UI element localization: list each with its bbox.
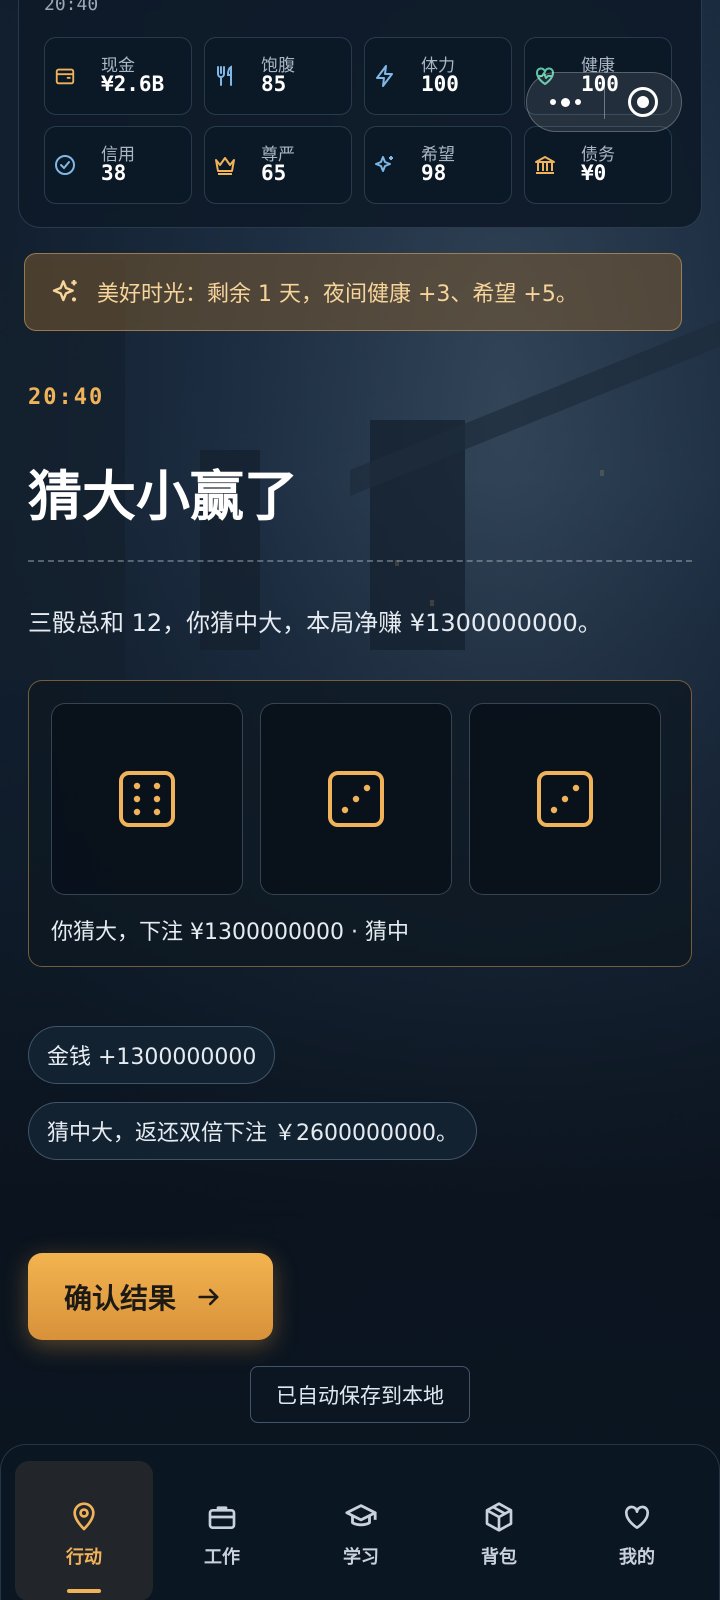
location-pin-icon (66, 1499, 102, 1535)
stat-value: 65 (261, 161, 287, 185)
stat-value: 98 (421, 161, 447, 185)
stat-value: 100 (421, 72, 459, 96)
dashed-divider (28, 560, 692, 562)
status-time: 20:40 (44, 0, 99, 15)
briefcase-icon (204, 1499, 240, 1535)
arrow-right-icon (194, 1282, 224, 1312)
badge-check-icon (53, 153, 77, 177)
tab-backpack[interactable]: 背包 (430, 1461, 568, 1600)
stat-card-hope[interactable]: 希望 98 (364, 126, 512, 204)
more-dot-icon (561, 97, 570, 107)
tab-label: 我的 (619, 1547, 655, 1568)
dice-three-icon (537, 771, 593, 827)
stat-value: ¥0 (581, 161, 607, 185)
stat-card-credit[interactable]: 信用 38 (44, 126, 192, 204)
buff-banner: 美好时光：剩余 1 天，夜间健康 +3、希望 +5。 (24, 253, 682, 331)
sparkles-icon (49, 275, 83, 309)
box-icon (481, 1499, 517, 1535)
confirm-label: 确认结果 (64, 1281, 177, 1315)
background-light (600, 470, 604, 476)
tab-label: 学习 (343, 1547, 379, 1568)
bank-icon (533, 153, 557, 177)
stat-card-stamina[interactable]: 体力 100 (364, 37, 512, 115)
confirm-result-button[interactable]: 确认结果 (28, 1253, 273, 1340)
tab-label: 行动 (66, 1547, 102, 1568)
close-miniprogram-button[interactable] (605, 73, 681, 131)
record-circle-icon (628, 87, 658, 117)
die-card (469, 703, 661, 895)
stat-card-debt[interactable]: 债务 ¥0 (524, 126, 672, 204)
effect-chip: 金钱 +1300000000 (28, 1026, 276, 1084)
stat-card-cash[interactable]: 现金 ¥2.6B (44, 37, 192, 115)
bottom-tab-bar: 行动 工作 学习 背包 我的 (0, 1444, 720, 1600)
dice-caption: 你猜大，下注 ¥1300000000 · 猜中 (51, 920, 409, 945)
tab-label: 背包 (481, 1547, 517, 1568)
heart-icon (619, 1499, 655, 1535)
die-card (51, 703, 243, 895)
wallet-icon (53, 64, 77, 88)
event-description: 三骰总和 12，你猜中大，本局净赚 ¥1300000000。 (28, 609, 602, 637)
stat-value: 85 (261, 72, 287, 96)
graduation-cap-icon (343, 1499, 379, 1535)
event-time: 20:40 (28, 385, 105, 410)
stat-value: 38 (101, 161, 127, 185)
sparkles-icon (373, 153, 397, 177)
dice-six-icon (119, 771, 175, 827)
crown-icon (213, 153, 237, 177)
dice-panel: 你猜大，下注 ¥1300000000 · 猜中 (28, 680, 692, 967)
die-card (260, 703, 452, 895)
stat-card-dignity[interactable]: 尊严 65 (204, 126, 352, 204)
mini-program-capsule (526, 72, 682, 132)
tab-action[interactable]: 行动 (15, 1461, 153, 1600)
more-dot-icon (550, 99, 556, 105)
tab-work[interactable]: 工作 (153, 1461, 291, 1600)
tab-label: 工作 (204, 1547, 240, 1568)
event-title: 猜大小赢了 (28, 465, 298, 528)
lightning-icon (373, 64, 397, 88)
tab-profile[interactable]: 我的 (568, 1461, 706, 1600)
background-overpass (350, 320, 720, 496)
more-dot-icon (575, 99, 581, 105)
dice-three-icon (328, 771, 384, 827)
stat-value: ¥2.6B (101, 72, 165, 96)
stat-card-satiety[interactable]: 饱腹 85 (204, 37, 352, 115)
utensils-icon (213, 64, 237, 88)
save-status-badge: 已自动保存到本地 (250, 1366, 470, 1423)
tab-study[interactable]: 学习 (292, 1461, 430, 1600)
buff-text: 美好时光：剩余 1 天，夜间健康 +3、希望 +5。 (97, 282, 578, 307)
more-options-button[interactable] (527, 73, 604, 131)
effect-chip: 猜中大，返还双倍下注 ￥2600000000。 (28, 1102, 477, 1160)
active-tab-indicator (67, 1589, 101, 1593)
